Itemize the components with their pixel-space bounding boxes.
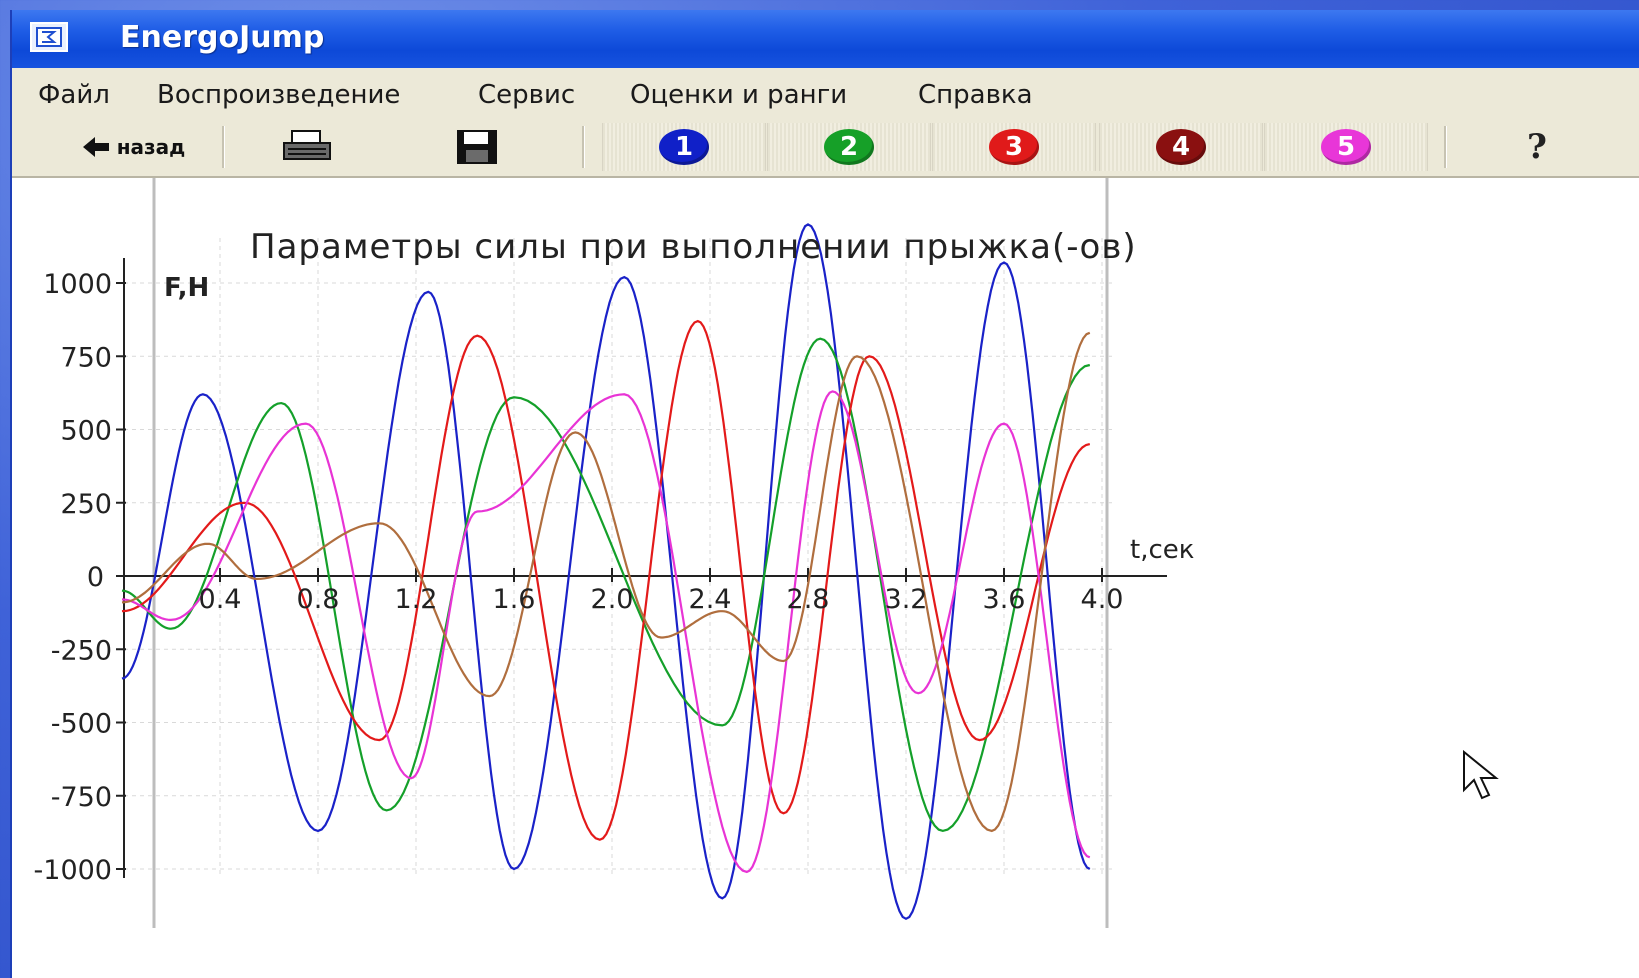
floppy-disk-icon [457, 130, 497, 164]
y-tick-label: 0 [87, 562, 104, 593]
menu-ratings[interactable]: Оценки и ранги [630, 80, 847, 110]
plot-area: 1000 750 500 250 0 -250 -500 -750 -1000 0.4 0.8 1.2… [12, 178, 1639, 978]
y-tick-label: -250 [51, 635, 112, 666]
y-tick-label: 750 [60, 342, 112, 373]
arrow-left-icon [82, 137, 109, 157]
mouse-pointer-icon [1462, 749, 1502, 806]
series-line-4 [121, 390, 1091, 874]
x-tick-label: 1.6 [493, 584, 536, 615]
back-label: назад [116, 135, 186, 159]
series [121, 223, 1091, 921]
help-question-icon: ? [1527, 127, 1547, 167]
y-tick-label: -1000 [34, 855, 112, 886]
axes [116, 258, 1167, 878]
jump-4-badge: 4 [1156, 129, 1206, 165]
x-tick-label: 1.2 [395, 584, 438, 615]
title-bar[interactable]: EnergoJump [12, 10, 1639, 68]
x-tick-label: 0.8 [297, 584, 340, 615]
y-axis-label: F,Н [164, 273, 209, 303]
toolbar-separator [222, 126, 225, 168]
jump-1-badge: 1 [659, 129, 709, 165]
x-tick-label: 4.0 [1081, 584, 1124, 615]
menu-playback[interactable]: Воспроизведение [157, 80, 400, 110]
jump-2-badge: 2 [824, 129, 874, 165]
x-axis-label: t,сек [1130, 535, 1194, 565]
menu-file[interactable]: Файл [38, 80, 110, 110]
jump-2-button[interactable]: 2 [767, 123, 931, 171]
print-button[interactable] [272, 123, 342, 171]
y-tick-label: 250 [60, 489, 112, 520]
x-tick-label: 3.2 [885, 584, 928, 615]
x-tick-label: 0.4 [199, 584, 242, 615]
jump-1-button[interactable]: 1 [602, 123, 766, 171]
x-tick-label: 3.6 [983, 584, 1026, 615]
save-button[interactable] [442, 123, 512, 171]
force-chart: 1000 750 500 250 0 -250 -500 -750 -1000 0.4 0.8 1.2… [34, 178, 1194, 928]
jump-4-button[interactable]: 4 [1099, 123, 1263, 171]
jump-3-badge: 3 [989, 129, 1039, 165]
toolbar-separator [582, 126, 585, 168]
app-window: EnergoJump Файл Воспроизведение Сервис О… [10, 10, 1639, 978]
back-button[interactable]: назад [48, 123, 218, 171]
chart-title: Параметры силы при выполнении прыжка(-ов… [250, 227, 1137, 267]
toolbar-separator [1444, 126, 1447, 168]
app-icon [30, 22, 68, 52]
series-line-1 [121, 223, 1091, 921]
y-tick-label: -500 [51, 709, 112, 740]
y-tick-label: 1000 [43, 269, 112, 300]
y-tick-label: 500 [60, 416, 112, 447]
help-button[interactable]: ? [1512, 123, 1562, 171]
jump-3-button[interactable]: 3 [932, 123, 1096, 171]
x-tick-label: 2.8 [787, 584, 830, 615]
window-title: EnergoJump [120, 20, 325, 55]
menu-bar: Файл Воспроизведение Сервис Оценки и ран… [12, 68, 1639, 119]
x-tick-label: 2.0 [591, 584, 634, 615]
printer-icon [283, 130, 331, 160]
jump-5-badge: 5 [1321, 129, 1371, 165]
x-tick-label: 2.4 [689, 584, 732, 615]
series-line-5 [121, 331, 1091, 833]
labels: 1000 750 500 250 0 -250 -500 -750 -1000 0.4 0.8 1.2… [34, 269, 1124, 886]
menu-service[interactable]: Сервис [478, 80, 575, 110]
toolbar: назад 1 2 3 4 5 ? [12, 118, 1639, 178]
menu-help[interactable]: Справка [918, 80, 1033, 110]
y-tick-label: -750 [51, 782, 112, 813]
jump-5-button[interactable]: 5 [1264, 123, 1428, 171]
